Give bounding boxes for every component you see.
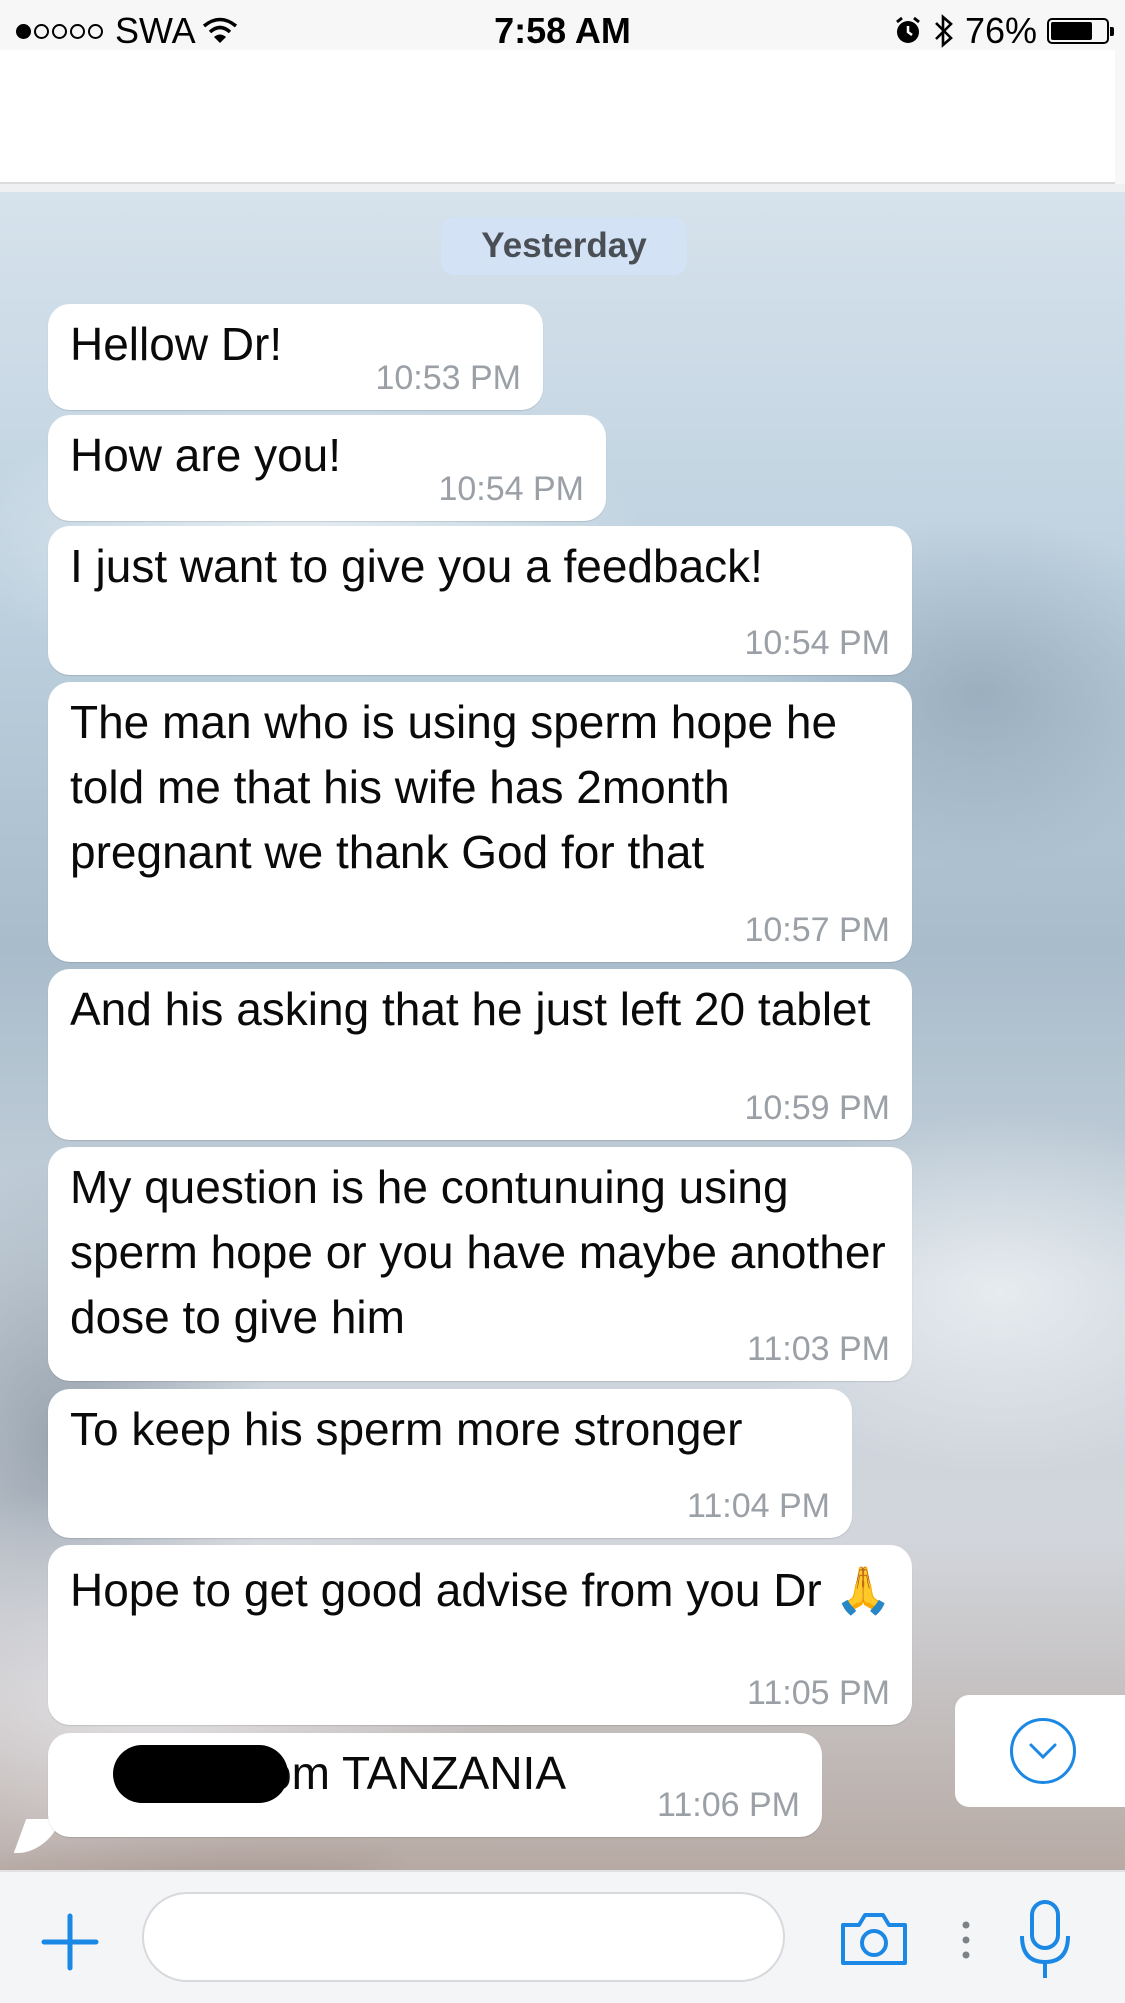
status-bar: SWA 7:58 AM 76% xyxy=(0,0,1125,52)
date-separator: Yesterday xyxy=(441,217,687,275)
camera-icon xyxy=(841,1913,907,1965)
message-time: 11:03 PM xyxy=(746,1330,890,1368)
redacted-name xyxy=(113,1745,288,1803)
microphone-icon xyxy=(1020,1900,1070,1978)
message-bubble[interactable]: How are you! 10:54 PM xyxy=(48,415,606,521)
message-bubble[interactable]: The man who is using sperm hope he told … xyxy=(48,682,912,962)
message-text: To keep his sperm more stronger xyxy=(70,1403,743,1455)
message-text: And his asking that he just left 20 tabl… xyxy=(70,983,871,1035)
alarm-icon xyxy=(896,16,920,43)
message-time: 11:06 PM xyxy=(656,1786,800,1824)
battery-icon xyxy=(1047,18,1114,44)
message-input[interactable] xyxy=(142,1892,785,1982)
composer-bar xyxy=(0,1870,1125,2003)
message-time: 10:53 PM xyxy=(375,359,521,397)
message-text: I just want to give you a feedback! xyxy=(70,540,763,592)
more-icon xyxy=(962,1921,970,1959)
chat-area[interactable]: Yesterday Hellow Dr! 10:53 PM How are yo… xyxy=(0,192,1125,1870)
chat-header xyxy=(0,50,1115,184)
scroll-down-button[interactable] xyxy=(955,1695,1125,1807)
add-attachment-button[interactable] xyxy=(30,1902,110,1982)
message-bubble[interactable]: Hellow Dr! 10:53 PM xyxy=(48,304,543,410)
message-time: 10:57 PM xyxy=(744,911,890,949)
message-bubble[interactable]: from TANZANIA 11:06 PM xyxy=(48,1733,822,1837)
message-bubble[interactable]: To keep his sperm more stronger 11:04 PM xyxy=(48,1389,852,1538)
more-button[interactable] xyxy=(950,1910,982,1970)
battery-percent: 76% xyxy=(964,10,1037,51)
message-text: The man who is using sperm hope he told … xyxy=(70,696,838,878)
message-time: 10:54 PM xyxy=(744,624,890,662)
message-time: 10:59 PM xyxy=(744,1089,890,1127)
bluetooth-icon xyxy=(935,14,953,48)
message-time: 11:05 PM xyxy=(746,1674,890,1712)
header-divider xyxy=(0,184,1125,192)
message-time: 11:04 PM xyxy=(686,1487,830,1525)
message-bubble[interactable]: And his asking that he just left 20 tabl… xyxy=(48,969,912,1140)
plus-icon xyxy=(41,1913,99,1971)
message-text: My question is he contunuing using sperm… xyxy=(70,1161,886,1343)
voice-message-button[interactable] xyxy=(1010,1892,1080,1988)
message-bubble[interactable]: Hope to get good advise from you Dr 🙏 11… xyxy=(48,1545,912,1725)
message-time: 10:54 PM xyxy=(438,470,584,508)
message-bubble[interactable]: My question is he contunuing using sperm… xyxy=(48,1147,912,1381)
message-bubble[interactable]: I just want to give you a feedback! 10:5… xyxy=(48,526,912,675)
message-text: Hope to get good advise from you Dr 🙏 xyxy=(70,1564,892,1616)
camera-button[interactable] xyxy=(832,1902,916,1976)
scroll-down-icon xyxy=(1009,1718,1076,1784)
status-right: 76% xyxy=(893,10,1114,52)
